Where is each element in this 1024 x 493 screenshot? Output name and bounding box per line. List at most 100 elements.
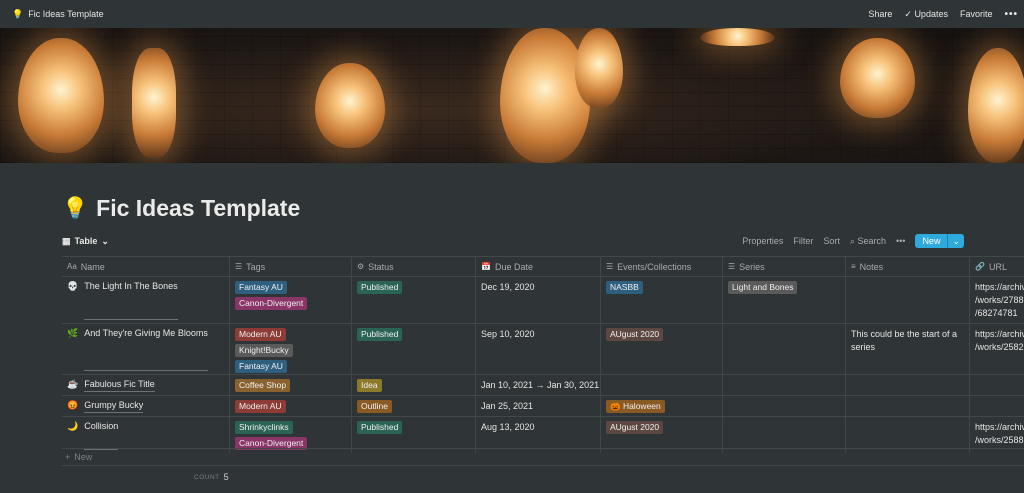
column-header-url[interactable]: 🔗 URL [970, 257, 1024, 276]
cell-name[interactable]: ☕ Fabulous Fic Title [62, 375, 230, 395]
chevron-down-icon[interactable]: ⌄ [947, 234, 964, 248]
page-emoji-icon: 🌙 [67, 421, 79, 431]
column-header-tags[interactable]: ☰ Tags [230, 257, 352, 276]
cell-series[interactable] [723, 324, 846, 374]
url-text[interactable]: https://archiv [975, 281, 1024, 294]
cell-notes[interactable] [846, 375, 970, 395]
due-date-column-icon: 📅 [481, 262, 491, 271]
table-row[interactable]: 💀 The Light In The Bones Fantasy AU Canon-D… [62, 276, 1024, 323]
series-column-icon: ☰ [728, 262, 736, 271]
status-badge: Published [357, 328, 403, 341]
breadcrumb-title: Fic Ideas Template [28, 9, 104, 19]
cell-name[interactable]: 😡 Grumpy Bucky [62, 396, 230, 416]
count-footer[interactable]: COUNT 5 [194, 472, 229, 482]
table-row[interactable]: 🌿 And They're Giving Me Blooms Modern AU Kn… [62, 323, 1024, 374]
tag-pill: Fantasy AU [235, 281, 287, 294]
share-button[interactable]: Share [868, 9, 892, 19]
lightbulb-icon[interactable]: 💡 [62, 197, 88, 221]
cell-notes[interactable] [846, 396, 970, 416]
url-text[interactable]: /works/27883 [975, 294, 1024, 307]
column-header-notes[interactable]: ≡ Notes [846, 257, 970, 276]
column-header-label: Status [368, 261, 394, 272]
column-header-label: Series [739, 261, 765, 272]
view-tools: Properties Filter Sort ⌕ Search ••• New … [742, 233, 964, 249]
column-header-due-date[interactable]: 📅 Due Date [476, 257, 601, 276]
updates-button[interactable]: ✓ Updates [904, 9, 948, 20]
page-title: 💡 Fic Ideas Template [62, 195, 300, 222]
status-badge: Idea [357, 379, 382, 392]
search-button[interactable]: ⌕ Search [850, 236, 886, 247]
name-column-icon: Aa [67, 262, 77, 271]
url-text[interactable]: /works/25825 [975, 341, 1024, 354]
sort-button[interactable]: Sort [823, 236, 840, 246]
cell-url[interactable]: https://archiv/works/27883/68274781 [970, 277, 1024, 323]
cell-tags[interactable]: Fantasy AU Canon-Divergent [230, 277, 352, 323]
top-actions: Share ✓ Updates Favorite ••• [868, 0, 1018, 28]
cell-events[interactable]: AUgust 2020 [601, 324, 723, 374]
page-emoji-icon: ☕ [67, 379, 79, 389]
status-badge: Published [357, 421, 403, 434]
count-value: 5 [223, 472, 229, 482]
event-pill: AUgust 2020 [606, 421, 664, 434]
cell-due-date[interactable]: Dec 19, 2020 [476, 277, 601, 323]
breadcrumb[interactable]: 💡 Fic Ideas Template [12, 9, 104, 20]
count-label: COUNT [194, 473, 220, 481]
view-tab-table[interactable]: ▦ Table ⌄ [62, 236, 109, 247]
event-pill: 🎃 Haloween [606, 400, 665, 413]
table-row[interactable]: ☕ Fabulous Fic Title Coffee Shop Idea Jan 10… [62, 374, 1024, 395]
cell-events[interactable]: 🎃 Haloween [601, 396, 723, 416]
updates-label: Updates [914, 8, 948, 19]
cell-status[interactable]: Published [352, 277, 476, 323]
favorite-button[interactable]: Favorite [960, 9, 993, 19]
url-text[interactable]: https://archiv [975, 328, 1024, 341]
cell-url[interactable] [970, 396, 1024, 416]
more-options-button[interactable]: ••• [1004, 9, 1018, 20]
url-text[interactable]: https://archiv [975, 421, 1024, 434]
cell-events[interactable] [601, 375, 723, 395]
row-title[interactable]: And They're Giving Me Blooms [84, 328, 208, 371]
cell-notes[interactable]: This could be the start of a series [846, 324, 970, 374]
filter-button[interactable]: Filter [793, 236, 813, 246]
column-header-events[interactable]: ☰ Events/Collections [601, 257, 723, 276]
cell-tags[interactable]: Coffee Shop [230, 375, 352, 395]
row-title[interactable]: Fabulous Fic Title [84, 379, 155, 392]
row-title[interactable]: Collision [84, 421, 119, 450]
plus-icon: + [65, 452, 71, 462]
cell-name[interactable]: 💀 The Light In The Bones [62, 277, 230, 323]
cell-due-date[interactable]: Sep 10, 2020 [476, 324, 601, 374]
cell-status[interactable]: Outline [352, 396, 476, 416]
cell-tags[interactable]: Modern AU [230, 396, 352, 416]
cell-url[interactable] [970, 375, 1024, 395]
column-header-status[interactable]: ⚙ Status [352, 257, 476, 276]
add-row-button[interactable]: + New [62, 448, 1024, 466]
cell-tags[interactable]: Modern AU Knight!Bucky Fantasy AU [230, 324, 352, 374]
tag-pill: Modern AU [235, 328, 286, 341]
cell-url[interactable]: https://archiv/works/25825 [970, 324, 1024, 374]
properties-button[interactable]: Properties [742, 236, 783, 246]
cell-series[interactable] [723, 375, 846, 395]
cell-status[interactable]: Published [352, 324, 476, 374]
row-title[interactable]: The Light In The Bones [84, 281, 178, 320]
new-button-label[interactable]: New [915, 234, 947, 248]
cell-name[interactable]: 🌿 And They're Giving Me Blooms [62, 324, 230, 374]
cell-due-date[interactable]: Jan 10, 2021 → Jan 30, 2021 [476, 375, 601, 395]
page-emoji-icon: 😡 [67, 400, 79, 410]
column-header-series[interactable]: ☰ Series [723, 257, 846, 276]
url-text[interactable]: /68274781 [975, 307, 1019, 320]
cell-status[interactable]: Idea [352, 375, 476, 395]
view-more-button[interactable]: ••• [896, 236, 905, 246]
new-button[interactable]: New ⌄ [915, 234, 964, 248]
status-badge: Outline [357, 400, 392, 413]
column-header-label: Events/Collections [617, 261, 692, 272]
cell-events[interactable]: NASBB [601, 277, 723, 323]
row-title[interactable]: Grumpy Bucky [84, 400, 144, 413]
cell-series[interactable]: Light and Bones [723, 277, 846, 323]
cell-series[interactable] [723, 396, 846, 416]
cell-due-date[interactable]: Jan 25, 2021 [476, 396, 601, 416]
table-row[interactable]: 😡 Grumpy Bucky Modern AU Outline Jan 25, 202… [62, 395, 1024, 416]
column-header-name[interactable]: Aa Name [62, 257, 230, 276]
cell-notes[interactable] [846, 277, 970, 323]
page-title-text[interactable]: Fic Ideas Template [96, 195, 300, 222]
url-text[interactable]: /works/25883 [975, 434, 1024, 447]
column-header-label: Due Date [494, 261, 533, 272]
